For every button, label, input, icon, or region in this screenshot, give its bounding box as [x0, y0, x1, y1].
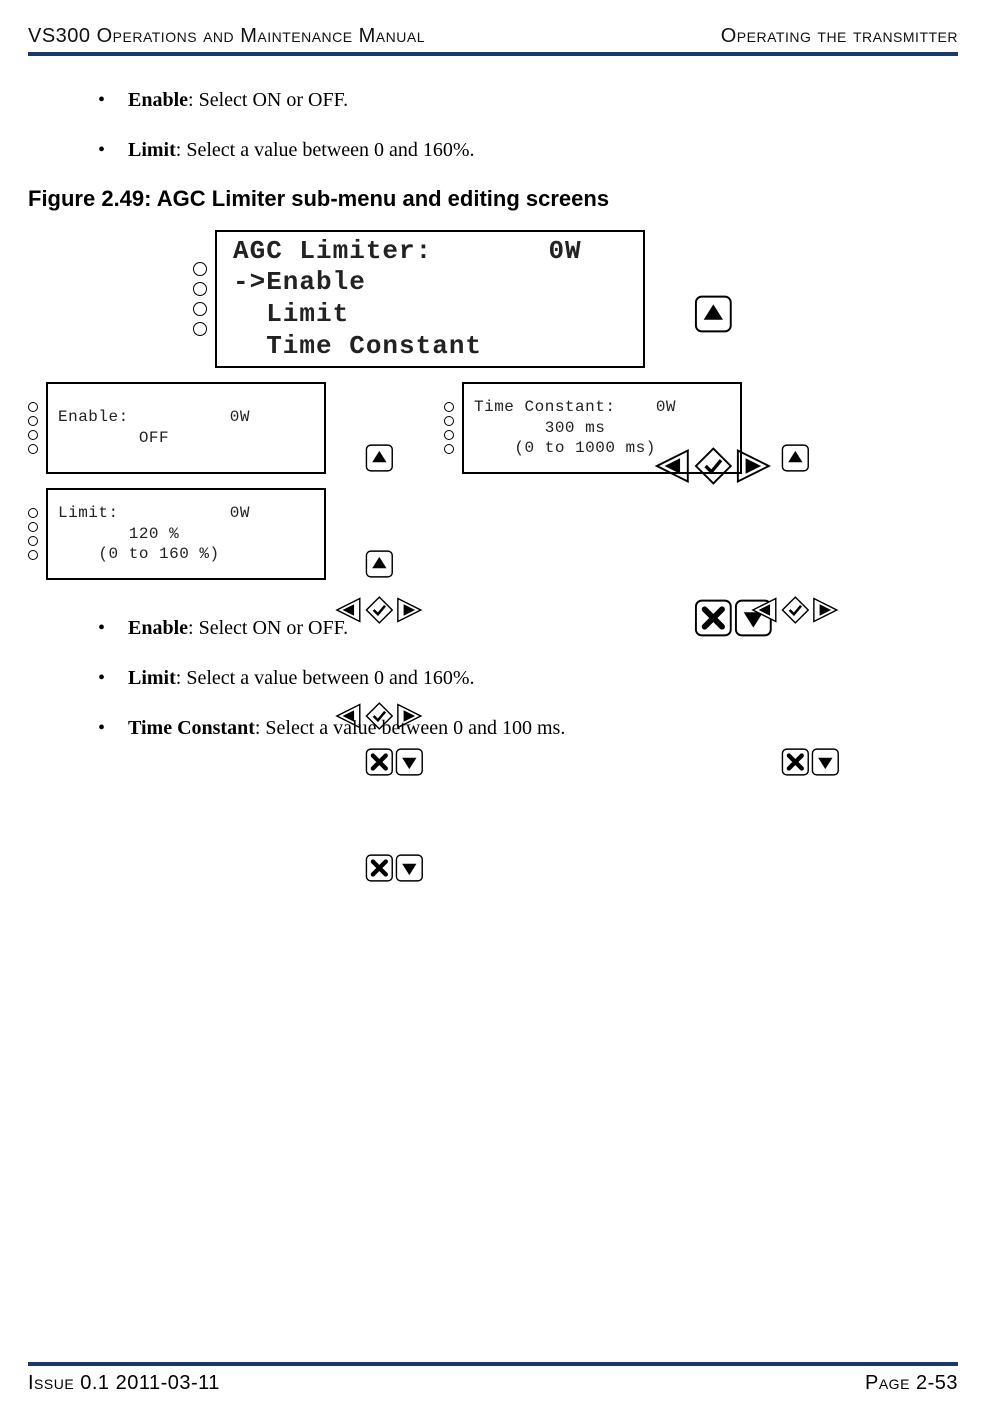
- nav-pad: [750, 383, 840, 473]
- led-icon: [28, 536, 38, 546]
- led-icon: [28, 522, 38, 532]
- lcd-display: Limit: 0W 120 % (0 to 160 %): [46, 488, 326, 580]
- nav-pad: [334, 383, 424, 473]
- footer-left: Issue 0.1 2011-03-11: [28, 1372, 220, 1395]
- screen-limit: Limit: 0W 120 % (0 to 160 %): [28, 488, 424, 580]
- led-column: [28, 508, 38, 560]
- led-icon: [193, 322, 207, 336]
- led-icon: [444, 416, 454, 426]
- led-icon: [28, 550, 38, 560]
- lcd-display: AGC Limiter: 0W ->Enable Limit Time Cons…: [215, 230, 645, 368]
- nav-down-button[interactable]: [395, 793, 424, 943]
- screen-main: AGC Limiter: 0W ->Enable Limit Time Cons…: [193, 230, 773, 368]
- nav-up-button[interactable]: [694, 239, 733, 389]
- led-icon: [193, 302, 207, 316]
- led-icon: [28, 508, 38, 518]
- header-left: VS300 Operations and Maintenance Manual: [28, 25, 425, 48]
- nav-down-button[interactable]: [811, 687, 840, 837]
- figure-title: Figure 2.49: AGC Limiter sub-menu and ed…: [28, 186, 938, 212]
- led-column: [28, 402, 38, 454]
- header-right: Operating the transmitter: [721, 25, 958, 48]
- page-header: VS300 Operations and Maintenance Manual …: [28, 25, 958, 52]
- lcd-display: Time Constant: 0W 300 ms (0 to 1000 ms): [462, 382, 742, 474]
- led-icon: [28, 416, 38, 426]
- led-icon: [28, 444, 38, 454]
- bullet-enable-top: • Enable: Select ON or OFF.: [98, 86, 938, 114]
- nav-left-button[interactable]: [750, 535, 779, 685]
- led-icon: [444, 444, 454, 454]
- nav-ok-button[interactable]: [781, 535, 810, 685]
- nav-right-button[interactable]: [811, 535, 840, 685]
- led-column: [444, 402, 454, 454]
- led-icon: [444, 430, 454, 440]
- screen-time-constant: Time Constant: 0W 300 ms (0 to 1000 ms): [444, 382, 840, 474]
- nav-up-button[interactable]: [781, 383, 810, 533]
- led-icon: [28, 430, 38, 440]
- led-column: [193, 262, 207, 336]
- nav-cancel-button[interactable]: [781, 687, 810, 837]
- led-icon: [444, 402, 454, 412]
- nav-cancel-button[interactable]: [694, 543, 733, 693]
- lcd-display: Enable: 0W OFF: [46, 382, 326, 474]
- led-icon: [193, 282, 207, 296]
- bullet-limit-top: • Limit: Select a value between 0 and 16…: [98, 136, 938, 164]
- header-rule: [28, 52, 958, 56]
- footer-right: Page 2-53: [865, 1372, 958, 1395]
- led-icon: [28, 402, 38, 412]
- footer-rule: [28, 1362, 958, 1366]
- led-icon: [193, 262, 207, 276]
- figure-screens: AGC Limiter: 0W ->Enable Limit Time Cons…: [28, 230, 938, 580]
- screen-enable: Enable: 0W OFF: [28, 382, 424, 474]
- nav-up-button[interactable]: [365, 489, 394, 639]
- page-footer: Issue 0.1 2011-03-11 Page 2-53: [28, 1362, 958, 1395]
- nav-pad: [653, 239, 773, 359]
- nav-pad: [334, 489, 424, 579]
- nav-cancel-button[interactable]: [365, 793, 394, 943]
